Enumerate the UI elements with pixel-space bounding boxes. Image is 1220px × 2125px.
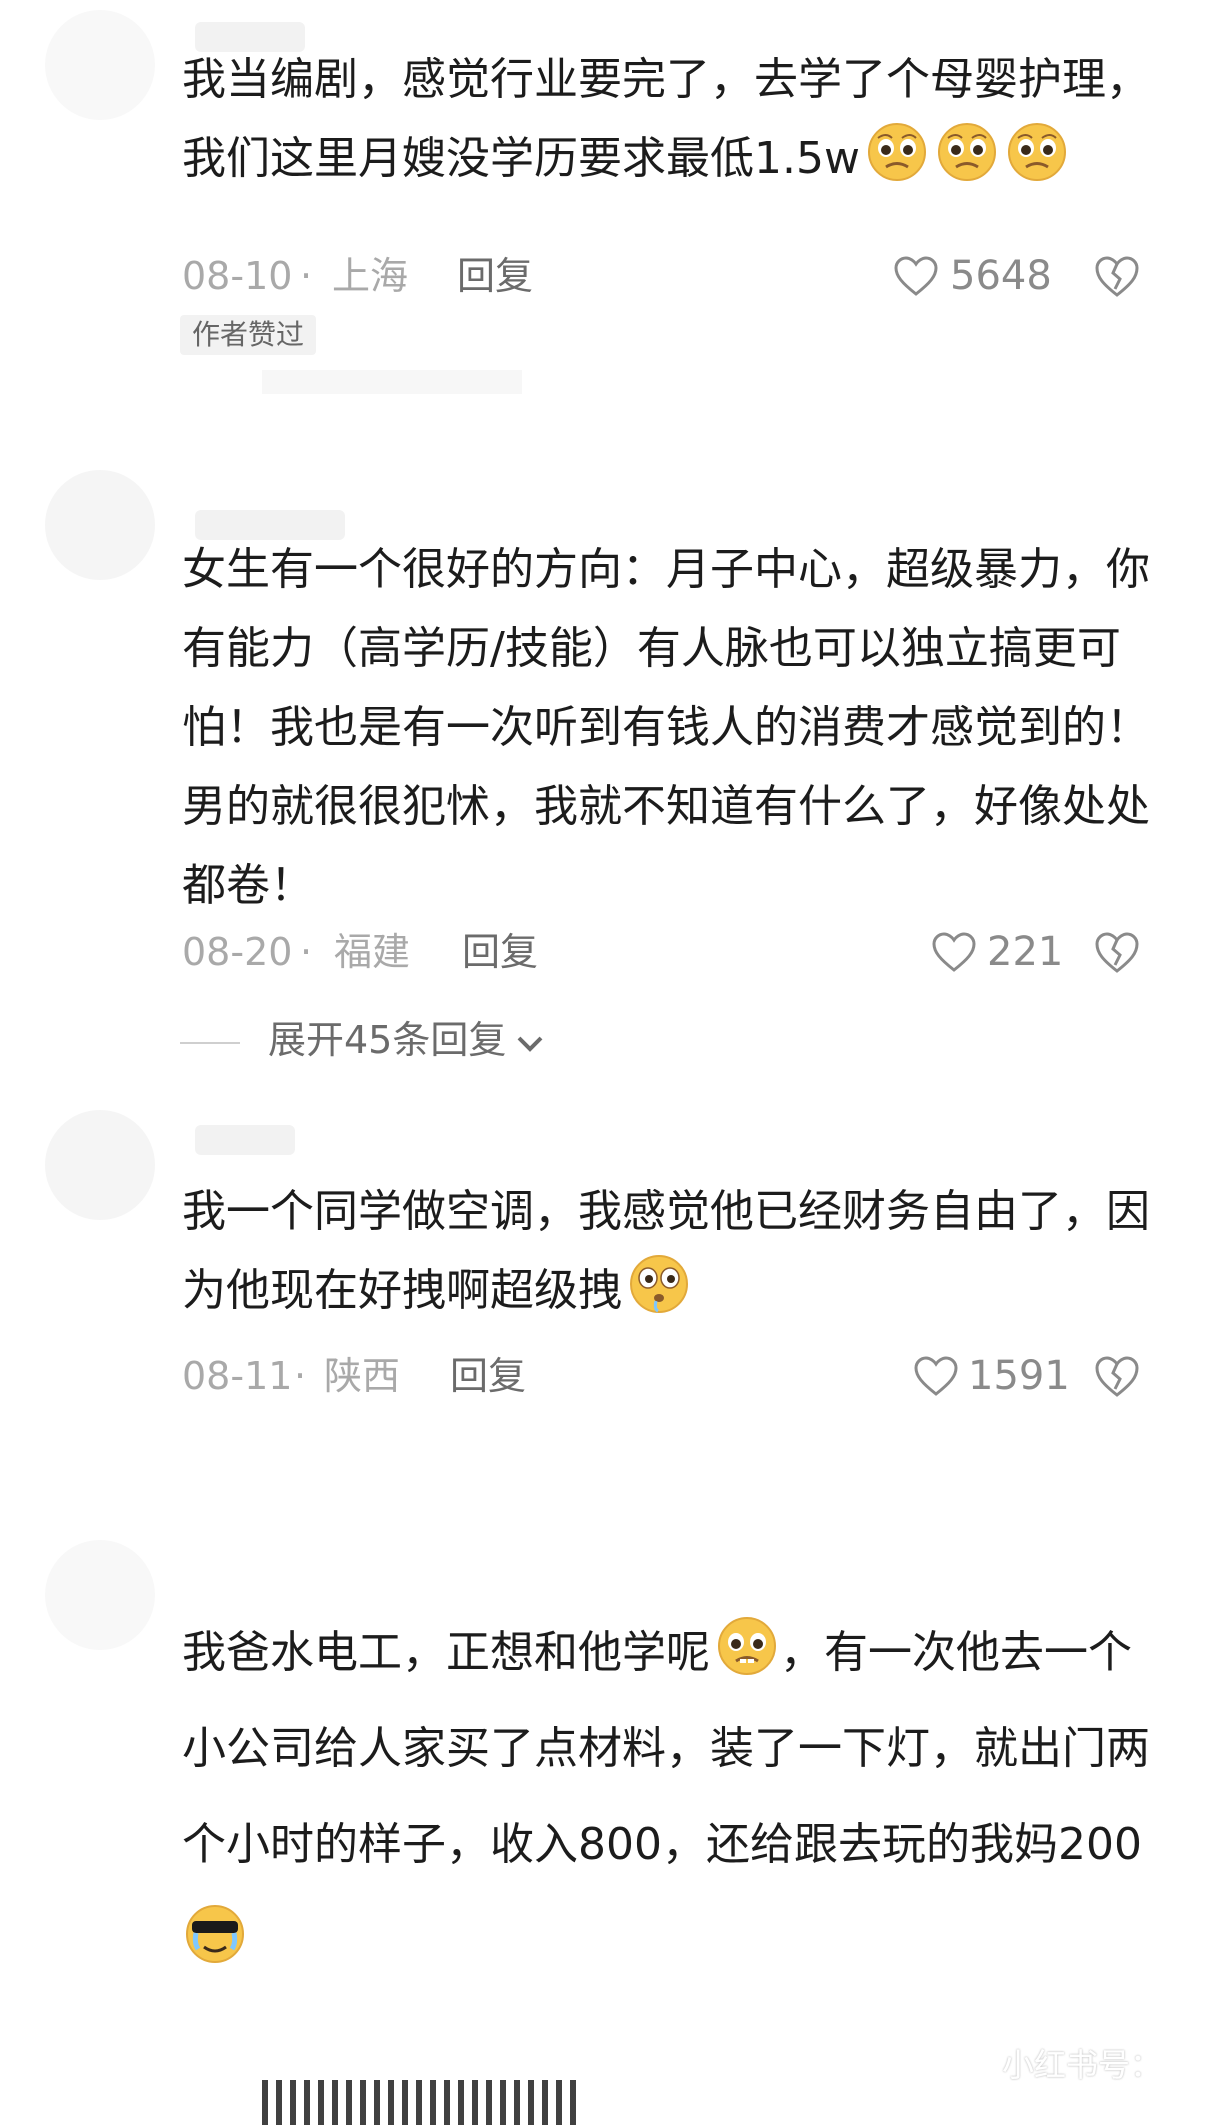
expand-replies-button[interactable]: 展开45条回复: [180, 1012, 546, 1068]
sunglasses-crying-face-icon: [182, 1903, 248, 1965]
like-count: 1591: [968, 1353, 1070, 1399]
broken-heart-icon[interactable]: [1092, 929, 1142, 975]
like-button[interactable]: 221: [182, 924, 1142, 980]
author-liked-badge: 作者赞过: [180, 315, 317, 355]
collapsed-reply-hint: [262, 370, 522, 394]
heart-icon: [894, 256, 938, 296]
watermark: 小红书号：: [1001, 2046, 1162, 2084]
like-button[interactable]: 1591: [182, 1348, 1142, 1404]
expand-replies-label: 展开45条回复: [268, 1018, 507, 1062]
comment-text: 女生有一个很好的方向：月子中心，超级暴力，你 有能力（高学历/技能）有人脉也可以…: [182, 544, 1150, 911]
comment-text: 我一个同学做空调，我感觉他已经财务自由了，因 为他现在好拽啊超级拽: [182, 1186, 1150, 1316]
comment-meta: 08-20 · 福建 回复 221: [182, 924, 1142, 980]
pleading-face-icon: [864, 121, 930, 183]
comment-text: 我爸水电工，正想和他学呢 ，有一次他去一个 小公司给人家买了点材料，装了一下灯，就…: [182, 1605, 1182, 1989]
avatar[interactable]: [45, 10, 155, 120]
chevron-down-icon: [517, 1036, 543, 1052]
avatar[interactable]: [45, 1110, 155, 1220]
like-count: 221: [987, 929, 1064, 975]
heart-icon: [914, 1356, 958, 1396]
broken-heart-icon[interactable]: [1092, 1353, 1142, 1399]
pleading-face-icon: [1004, 121, 1070, 183]
username[interactable]: [195, 1125, 295, 1155]
avatar[interactable]: [45, 470, 155, 580]
drooling-face-icon: [626, 1253, 692, 1315]
cutoff-text-fragment: [262, 2080, 582, 2125]
comment-meta: 08-10 · 上海 回复 5648: [182, 248, 1142, 304]
like-count: 5648: [950, 253, 1052, 299]
heart-icon: [932, 932, 976, 972]
pleading-face-icon: [934, 121, 1000, 183]
pleading-face-icon: [714, 1615, 780, 1677]
broken-heart-icon[interactable]: [1092, 253, 1142, 299]
comment-meta: 08-11 · 陕西 回复 1591: [182, 1348, 1142, 1404]
comment-text: 我当编剧，感觉行业要完了，去学了个母婴护理， 我们这里月嫂没学历要求最低1.5w: [182, 54, 1150, 184]
divider: [180, 1041, 240, 1044]
avatar[interactable]: [45, 1540, 155, 1650]
like-button[interactable]: 5648: [182, 248, 1142, 304]
